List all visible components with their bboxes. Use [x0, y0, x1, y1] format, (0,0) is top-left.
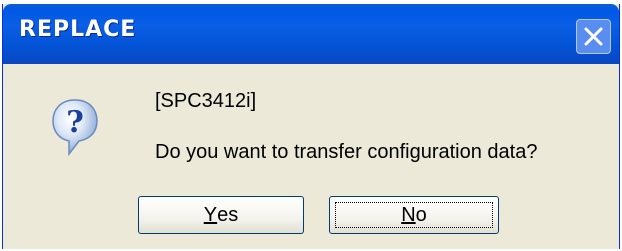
question-icon: ? [52, 99, 98, 157]
close-button[interactable] [576, 19, 611, 54]
yes-accelerator: Y [203, 203, 218, 226]
yes-label-rest: es [217, 203, 239, 226]
yes-button[interactable]: Yes [138, 196, 304, 234]
focus-rectangle [335, 202, 493, 228]
close-icon [584, 27, 603, 46]
dialog-title: REPLACE [19, 17, 137, 42]
device-name-text: [SPC3412i] [155, 90, 257, 112]
svg-text:?: ? [66, 105, 84, 140]
no-button[interactable]: No [329, 196, 499, 234]
title-bar[interactable]: REPLACE [3, 4, 619, 64]
replace-dialog: REPLACE ? [SPC3412i] Do you want to tran… [2, 4, 620, 249]
prompt-text: Do you want to transfer configuration da… [155, 141, 538, 163]
